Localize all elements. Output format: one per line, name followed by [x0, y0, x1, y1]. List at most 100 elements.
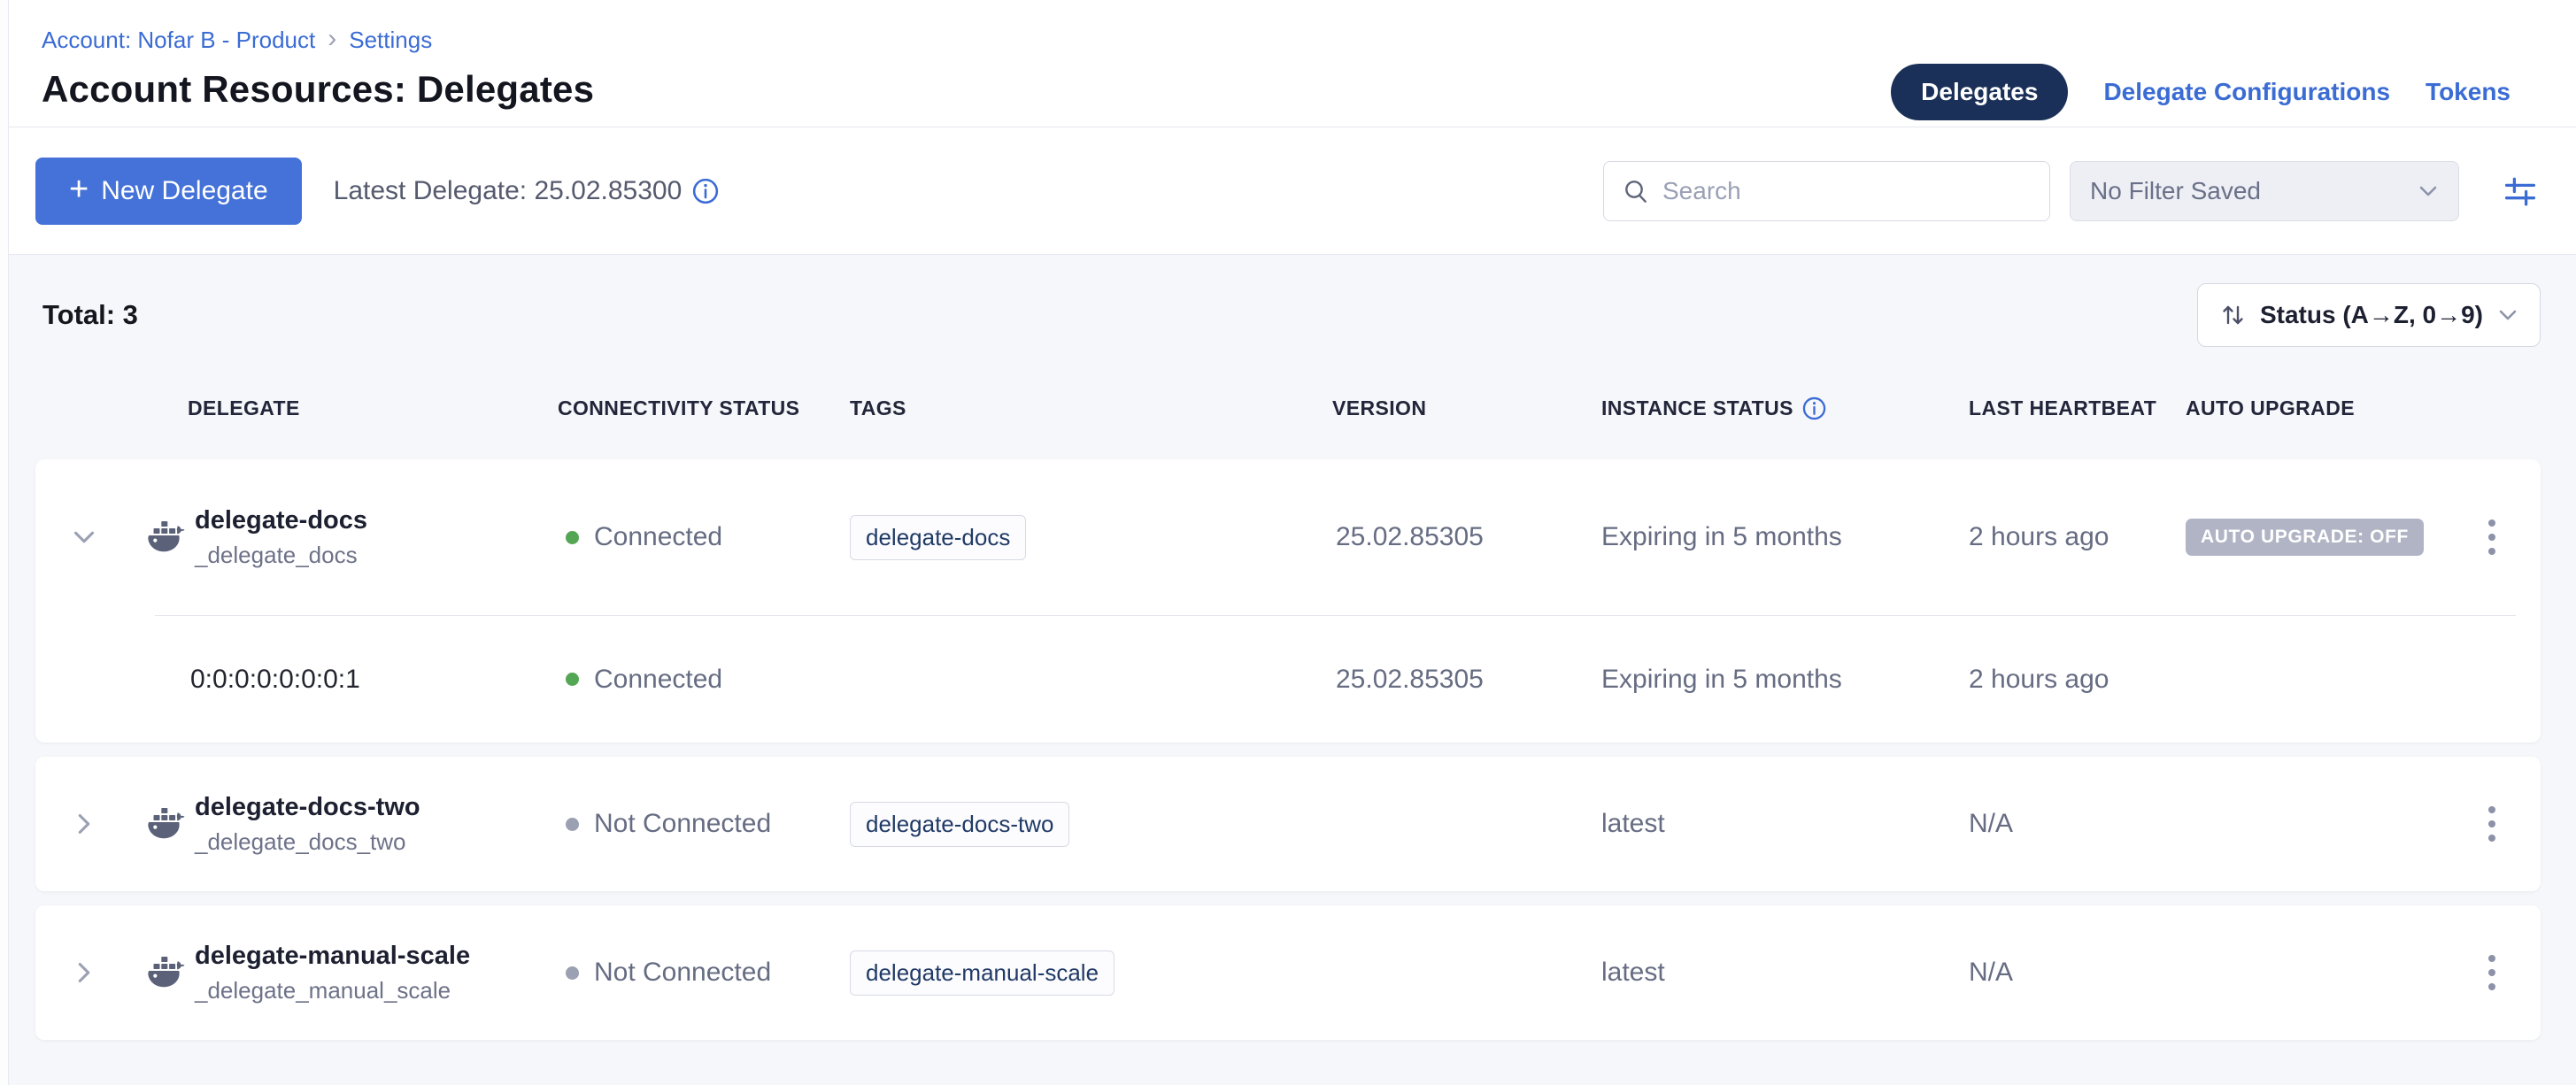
tab-delegate-configurations[interactable]: Delegate Configurations: [2103, 78, 2390, 106]
instance-ip: 0:0:0:0:0:0:0:1: [133, 665, 558, 695]
tags-cell: delegate-docs: [850, 515, 1332, 560]
col-connectivity-status: CONNECTIVITY STATUS: [558, 396, 850, 420]
connected-dot: [566, 531, 579, 544]
connectivity-text: Connected: [594, 522, 722, 552]
tag-chip: delegate-manual-scale: [850, 950, 1114, 996]
chevron-right-icon: [73, 811, 96, 837]
plus-icon: +: [69, 173, 89, 206]
docker-whale-icon: [144, 519, 186, 556]
col-instance-status: INSTANCE STATUS: [1598, 396, 1965, 420]
connectivity-text: Not Connected: [594, 809, 771, 839]
connectivity-text: Not Connected: [594, 958, 771, 988]
total-count: Total: 3: [42, 299, 138, 331]
chevron-down-icon: [71, 526, 97, 549]
page-header: Account: Nofar B - Product › Settings Ac…: [0, 0, 2576, 127]
delegates-content: Total: 3 Status (A→Z, 0→9) DELEGATE CONN…: [0, 255, 2576, 1085]
version-cell: 25.02.85305: [1332, 522, 1598, 552]
sort-label: Status (A→Z, 0→9): [2260, 301, 2483, 329]
info-icon[interactable]: [1802, 396, 1826, 420]
delegate-card-delegate-manual-scale: delegate-manual-scale _delegate_manual_s…: [35, 905, 2541, 1040]
chevron-right-icon: [73, 959, 96, 986]
saved-filter-label: No Filter Saved: [2090, 177, 2418, 205]
connectivity-cell: Connected: [558, 665, 850, 695]
delegate-instance-row: 0:0:0:0:0:0:0:1 Connected 25.02.85305 Ex…: [35, 616, 2541, 743]
resource-tabs: Delegates Delegate Configurations Tokens: [1891, 64, 2510, 120]
delegate-row[interactable]: delegate-manual-scale _delegate_manual_s…: [35, 905, 2541, 1040]
tab-tokens[interactable]: Tokens: [2426, 78, 2510, 106]
search-input[interactable]: [1662, 177, 2032, 205]
row-menu-button[interactable]: [2480, 797, 2504, 850]
delegate-name: delegate-docs-two: [195, 793, 420, 822]
disconnected-dot: [566, 966, 579, 980]
last-heartbeat-cell: N/A: [1965, 958, 2182, 988]
tags-cell: delegate-manual-scale: [850, 950, 1332, 996]
delegate-name: delegate-manual-scale: [195, 942, 470, 971]
col-last-heartbeat: LAST HEARTBEAT: [1965, 396, 2182, 420]
expand-row-button[interactable]: [35, 811, 133, 837]
delegate-name: delegate-docs: [195, 506, 367, 535]
delegate-row[interactable]: delegate-docs _delegate_docs Connected d…: [35, 459, 2541, 615]
toolbar: + New Delegate Latest Delegate: 25.02.85…: [0, 127, 2576, 255]
chevron-down-icon: [2418, 181, 2439, 201]
row-menu-button[interactable]: [2480, 946, 2504, 999]
delegate-name-cell: delegate-docs _delegate_docs: [133, 506, 558, 569]
auto-upgrade-cell: AUTO UPGRADE: OFF: [2182, 519, 2443, 556]
docker-whale-icon: [144, 805, 186, 843]
col-auto-upgrade: AUTO UPGRADE: [2182, 396, 2443, 420]
collapse-row-button[interactable]: [35, 526, 133, 549]
delegate-card-delegate-docs: delegate-docs _delegate_docs Connected d…: [35, 459, 2541, 743]
tag-chip: delegate-docs-two: [850, 802, 1069, 847]
breadcrumb-settings-link[interactable]: Settings: [349, 27, 432, 54]
latest-delegate-text: Latest Delegate: 25.02.85300: [334, 176, 683, 206]
filter-sliders-icon: [2501, 172, 2540, 211]
breadcrumb-account-link[interactable]: Account: Nofar B - Product: [42, 27, 315, 54]
latest-delegate-info: Latest Delegate: 25.02.85300: [334, 176, 720, 206]
new-delegate-button-label: New Delegate: [101, 176, 267, 206]
tab-delegates[interactable]: Delegates: [1891, 64, 2068, 120]
table-header-row: DELEGATE CONNECTIVITY STATUS TAGS VERSIO…: [35, 396, 2541, 420]
last-heartbeat-cell: N/A: [1965, 809, 2182, 839]
delegate-row[interactable]: delegate-docs-two _delegate_docs_two Not…: [35, 757, 2541, 891]
col-version: VERSION: [1332, 396, 1598, 420]
chevron-down-icon: [2497, 305, 2518, 325]
connectivity-cell: Connected: [558, 522, 850, 552]
breadcrumb-chevron-icon: ›: [328, 26, 336, 52]
instance-status-cell: latest: [1598, 958, 1965, 988]
new-delegate-button[interactable]: + New Delegate: [35, 158, 302, 225]
delegate-name-cell: delegate-manual-scale _delegate_manual_s…: [133, 942, 558, 1004]
info-icon[interactable]: [692, 178, 719, 204]
last-heartbeat-cell: 2 hours ago: [1965, 522, 2182, 552]
col-delegate: DELEGATE: [133, 396, 558, 420]
auto-upgrade-badge: AUTO UPGRADE: OFF: [2186, 519, 2424, 556]
instance-status-cell: Expiring in 5 months: [1598, 522, 1965, 552]
version-cell: 25.02.85305: [1332, 665, 1598, 695]
instance-status-cell: latest: [1598, 809, 1965, 839]
search-icon: [1622, 177, 1650, 205]
delegate-id: _delegate_docs: [195, 542, 367, 569]
search-box: [1603, 161, 2050, 221]
sort-dropdown[interactable]: Status (A→Z, 0→9): [2197, 283, 2541, 347]
filter-sliders-button[interactable]: [2500, 171, 2541, 212]
delegate-name-cell: delegate-docs-two _delegate_docs_two: [133, 793, 558, 856]
tag-chip: delegate-docs: [850, 515, 1026, 560]
expand-row-button[interactable]: [35, 959, 133, 986]
sort-arrows-icon: [2219, 302, 2246, 328]
saved-filter-dropdown[interactable]: No Filter Saved: [2070, 161, 2459, 221]
connectivity-cell: Not Connected: [558, 958, 850, 988]
toolbar-right: No Filter Saved: [1603, 161, 2541, 221]
collapsed-sidebar-edge: [0, 0, 9, 1085]
delegate-card-delegate-docs-two: delegate-docs-two _delegate_docs_two Not…: [35, 757, 2541, 891]
tags-cell: delegate-docs-two: [850, 802, 1332, 847]
delegate-id: _delegate_docs_two: [195, 828, 420, 856]
disconnected-dot: [566, 818, 579, 831]
connected-dot: [566, 673, 579, 686]
connectivity-text: Connected: [594, 665, 722, 695]
summary-row: Total: 3 Status (A→Z, 0→9): [35, 255, 2541, 347]
row-menu-button[interactable]: [2480, 511, 2504, 564]
last-heartbeat-cell: 2 hours ago: [1965, 665, 2182, 695]
docker-whale-icon: [144, 954, 186, 991]
connectivity-cell: Not Connected: [558, 809, 850, 839]
col-tags: TAGS: [850, 396, 1332, 420]
instance-status-cell: Expiring in 5 months: [1598, 665, 1965, 695]
delegate-id: _delegate_manual_scale: [195, 977, 470, 1004]
